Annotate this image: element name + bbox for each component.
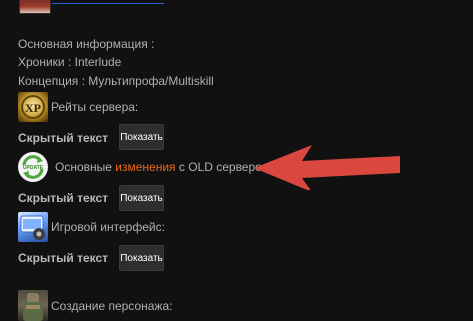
update-icon: UPDATE [18,152,48,182]
changes-label-highlight: изменения [115,160,176,174]
top-link[interactable] [52,0,164,4]
chronicles-line: Хроники : Interlude [18,55,122,69]
general-info-heading: Основная информация : [18,37,155,51]
red-arrow-icon [254,145,400,190]
show-button-changes[interactable]: Показать [119,185,164,211]
svg-text:XP: XP [25,101,41,115]
changes-label: Основные изменения с OLD сервером : [55,160,277,174]
spoiler-hidden-text-interface: Скрытый текст [18,251,109,265]
top-avatar-icon [19,0,51,14]
spoiler-hidden-text-changes: Скрытый текст [18,191,109,205]
interface-label: Игровой интерфейс: [51,220,165,234]
xp-icon: XP [18,92,48,122]
concept-line: Концепция : Мультипрофа/Multiskill [18,74,214,88]
show-button-rates[interactable]: Показать [119,124,164,150]
changes-label-before: Основные [55,160,116,174]
character-label: Создание персонажа: [51,299,173,313]
rates-label: Рейты сервера: [51,100,139,114]
character-icon [18,290,48,321]
spoiler-hidden-text-rates: Скрытый текст [18,131,109,145]
gui-icon [18,212,48,242]
svg-text:UPDATE: UPDATE [23,165,44,171]
forum-post: Основная информация : Хроники : Interlud… [0,0,473,321]
show-button-interface[interactable]: Показать [119,245,164,271]
